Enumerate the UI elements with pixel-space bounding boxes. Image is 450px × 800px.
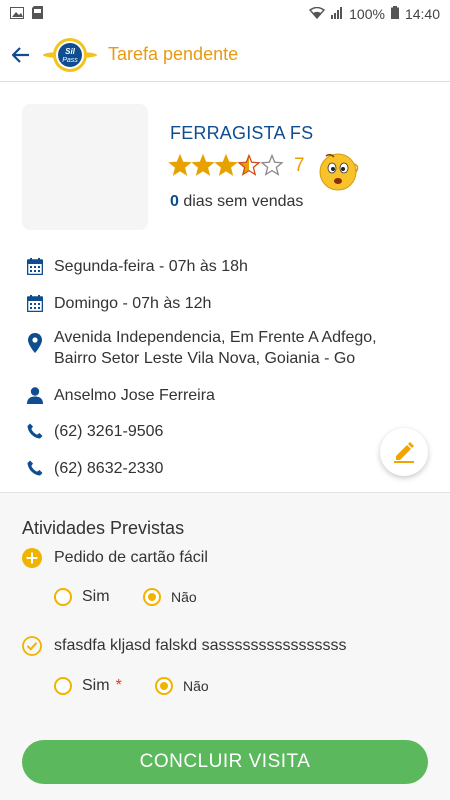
- star-2: [191, 154, 215, 176]
- app-header: Sil Pass Tarefa pendente: [0, 28, 450, 82]
- phone-icon: [26, 421, 44, 441]
- pencil-icon: [394, 442, 414, 463]
- contact-row: Anselmo Jose Ferreira: [26, 385, 215, 406]
- address-line-2: Bairro Setor Leste Vila Nova, Goiania - …: [54, 350, 356, 367]
- star-4: [237, 154, 261, 176]
- hours-sunday-row: Domingo - 07h às 12h: [26, 293, 211, 314]
- phone-row-2[interactable]: (62) 8632-2330: [26, 458, 163, 479]
- activity-label-1: Pedido de cartão fácil: [54, 549, 208, 566]
- add-circle-icon[interactable]: [22, 548, 42, 568]
- activity-item-2: sfasdfa kljasd falskd sassssssssssssssss: [22, 636, 347, 656]
- radio-circle[interactable]: [54, 588, 72, 606]
- address-line-1: Avenida Independencia, Em Frente A Adfeg…: [54, 329, 377, 346]
- store-name: FERRAGISTA FS: [170, 123, 314, 143]
- radio-nao-label: Não: [183, 678, 209, 694]
- wifi-icon: [309, 6, 326, 22]
- star-5: [260, 154, 284, 176]
- phone-number-1: (62) 3261-9506: [54, 423, 164, 440]
- days-count: 0: [170, 193, 179, 210]
- phone-row-1[interactable]: (62) 3261-9506: [26, 421, 163, 442]
- page-title: Tarefa pendente: [108, 44, 239, 64]
- edit-button[interactable]: [380, 428, 428, 476]
- radio-nao-2[interactable]: Não: [155, 677, 209, 695]
- rating-count: 7: [294, 155, 305, 176]
- battery-icon: [390, 6, 399, 22]
- calendar-icon: [26, 256, 44, 276]
- days-without-sales: 0 dias sem vendas: [170, 193, 303, 211]
- sd-card-notification-icon: [32, 6, 43, 22]
- person-icon: [26, 385, 44, 405]
- required-asterisk: *: [115, 677, 122, 694]
- check-circle-icon[interactable]: [22, 636, 42, 656]
- back-button[interactable]: [2, 28, 40, 82]
- activities-title: Atividades Previstas: [22, 518, 185, 538]
- svg-text:Pass: Pass: [62, 57, 78, 64]
- activity-item-1: Pedido de cartão fácil: [22, 548, 208, 568]
- gallery-notification-icon: [10, 6, 24, 22]
- confused-emoji-icon: [316, 148, 360, 192]
- radio-nao-1[interactable]: Não: [143, 588, 197, 606]
- days-label: dias sem vendas: [178, 193, 304, 210]
- clock: 14:40: [404, 6, 440, 22]
- radio-circle[interactable]: [54, 677, 72, 695]
- hours-sunday-text: Domingo - 07h às 12h: [54, 295, 212, 312]
- star-3: [214, 154, 238, 176]
- phone-number-2: (62) 8632-2330: [54, 460, 164, 477]
- contact-name: Anselmo Jose Ferreira: [54, 387, 215, 404]
- radio-circle-selected[interactable]: [155, 677, 173, 695]
- star-1: [168, 154, 192, 176]
- radio-sim-1[interactable]: Sim: [54, 588, 110, 606]
- radio-sim-2[interactable]: Sim *: [54, 677, 122, 695]
- hours-weekday-row: Segunda-feira - 07h às 18h: [26, 256, 248, 277]
- address-row: Avenida Independencia, Em Frente A Adfeg…: [26, 327, 377, 369]
- map-pin-icon: [26, 333, 44, 353]
- battery-percent: 100%: [349, 6, 385, 22]
- radio-sim-label: Sim: [82, 677, 110, 694]
- address-text: Avenida Independencia, Em Frente A Adfeg…: [54, 327, 377, 369]
- svg-text:Sil: Sil: [65, 47, 76, 56]
- star-rating: 7: [168, 154, 305, 178]
- hours-weekday-text: Segunda-feira - 07h às 18h: [54, 258, 248, 275]
- radio-circle-selected[interactable]: [143, 588, 161, 606]
- store-image-placeholder: [22, 104, 148, 230]
- calendar-icon: [26, 293, 44, 313]
- app-logo: Sil Pass: [40, 33, 100, 77]
- status-bar: 100% 14:40: [0, 0, 450, 28]
- signal-icon: [331, 6, 343, 22]
- radio-sim-label: Sim: [82, 588, 110, 605]
- concluir-visita-button[interactable]: CONCLUIR VISITA: [22, 740, 428, 784]
- rating-stars: [168, 154, 284, 176]
- radio-nao-label: Não: [171, 589, 197, 605]
- activity-label-2: sfasdfa kljasd falskd sassssssssssssssss: [54, 637, 347, 654]
- phone-icon: [26, 458, 44, 478]
- arrow-left-icon: [12, 46, 29, 63]
